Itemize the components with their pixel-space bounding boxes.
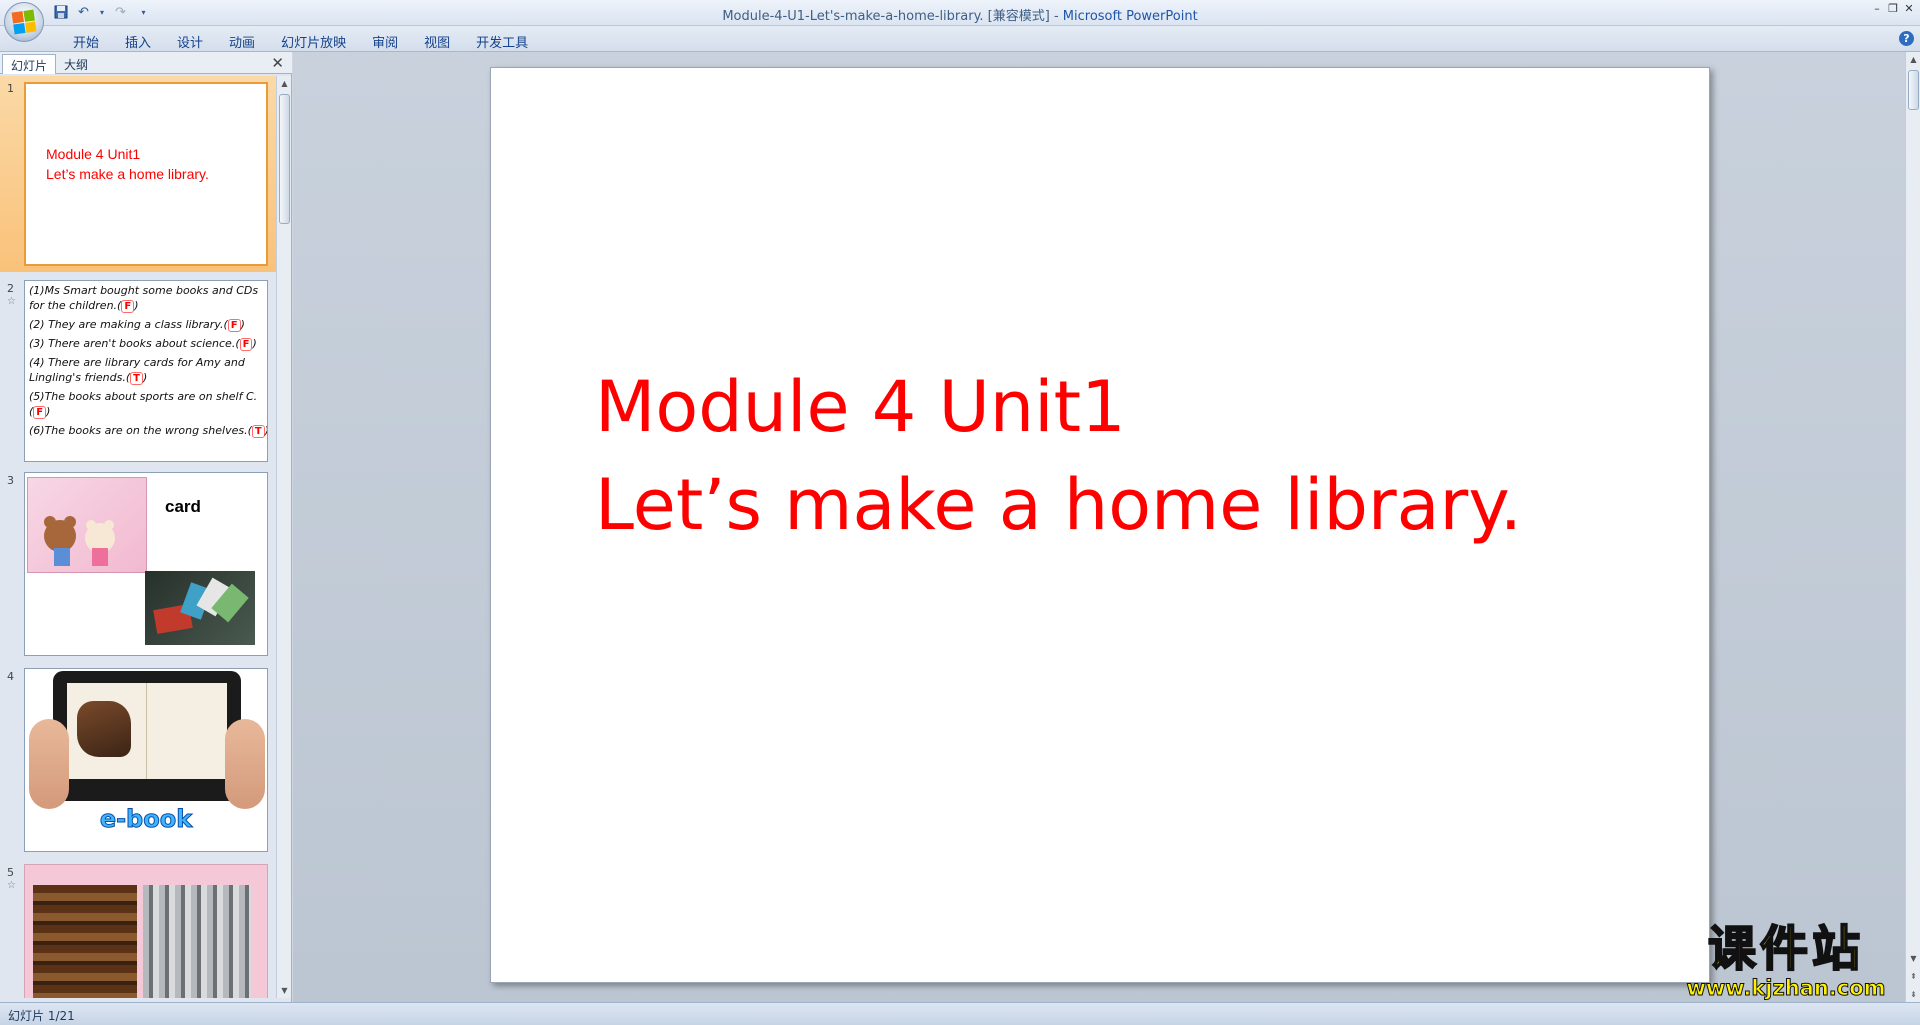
- document-title: Module-4-U1-Let's-make-a-home-library. […: [722, 9, 1063, 24]
- vocab-word: e-book: [99, 805, 193, 834]
- tab-view[interactable]: 视图: [411, 30, 463, 53]
- tab-slide-show[interactable]: 幻灯片放映: [268, 30, 359, 53]
- thumbnail-row-4[interactable]: 4 e-book: [0, 664, 276, 858]
- slide-title-line-2: Let’s make a home library.: [595, 464, 1523, 546]
- thumbnail-scrollbar[interactable]: ▲ ▼: [276, 76, 291, 998]
- office-button[interactable]: [4, 2, 44, 42]
- next-slide-icon[interactable]: ⇟: [1906, 987, 1920, 1002]
- quiz-item: (6)The books are on the wrong shelves.(T…: [29, 423, 267, 439]
- scroll-thumb[interactable]: [1908, 70, 1919, 110]
- site-watermark: 课件站 www.kjzhan.com: [1668, 921, 1904, 1002]
- quiz-list: (1)Ms Smart bought some books and CDs fo…: [29, 283, 267, 442]
- quiz-item: (2) They are making a class library.(F): [29, 318, 245, 332]
- tab-insert[interactable]: 插入: [112, 30, 164, 53]
- slide-thumbnail-3[interactable]: card: [24, 472, 268, 656]
- answer-mark: T: [130, 372, 143, 385]
- answer-mark: F: [239, 338, 253, 351]
- slide-number: 3: [7, 474, 14, 487]
- thumbnail-list: 1 Module 4 Unit1 Let’s make a home libra…: [0, 76, 276, 998]
- quiz-item: (1)Ms Smart bought some books and CDs fo…: [29, 284, 259, 313]
- quiz-item: (3) There aren't books about science.(F): [29, 337, 257, 351]
- answer-mark: F: [121, 300, 135, 313]
- office-button-icon: [11, 9, 37, 35]
- restore-icon[interactable]: ❐: [1886, 1, 1900, 15]
- slide-thumbnail-5[interactable]: [24, 864, 268, 998]
- thumbnail-title: Module 4 Unit1 Let’s make a home library…: [46, 144, 209, 184]
- slide-number: 4: [7, 670, 14, 683]
- slide-editor: Module 4 Unit1 Let’s make a home library…: [293, 52, 1905, 1002]
- slide-counter: 幻灯片 1/21: [8, 1009, 75, 1023]
- vocab-word: card: [165, 497, 201, 516]
- window-title: Module-4-U1-Let's-make-a-home-library. […: [0, 5, 1920, 24]
- slide-thumbnail-1[interactable]: Module 4 Unit1 Let’s make a home library…: [24, 82, 268, 266]
- tab-outline[interactable]: 大纲: [56, 54, 96, 74]
- watermark-url: www.kjzhan.com: [1686, 976, 1886, 1001]
- slide-number: 2: [7, 282, 14, 295]
- app-name: Microsoft PowerPoint: [1062, 9, 1198, 24]
- pane-tabs: 幻灯片 大纲 ✕: [0, 52, 292, 74]
- left-hand-picture: [29, 719, 69, 809]
- slides-pane: 幻灯片 大纲 ✕ 1 Module 4 Unit1 Let’s make a h…: [0, 52, 292, 1002]
- bookshelf-picture: [33, 885, 137, 998]
- scroll-up-icon[interactable]: ▲: [1906, 52, 1920, 67]
- window-controls: – ❐ ✕: [1870, 1, 1916, 15]
- library-picture: [143, 885, 251, 998]
- thumbnail-row-2[interactable]: 2 ☆ (1)Ms Smart bought some books and CD…: [0, 276, 276, 466]
- slide-title-line-1: Module 4 Unit1: [595, 366, 1126, 448]
- scroll-thumb[interactable]: [279, 94, 290, 224]
- animation-star-icon: ☆: [7, 880, 16, 891]
- watermark-title: 课件站: [1707, 921, 1864, 977]
- tab-home[interactable]: 开始: [60, 30, 112, 53]
- scroll-down-icon[interactable]: ▼: [1906, 951, 1920, 966]
- animation-star-icon: ☆: [7, 296, 16, 307]
- scroll-down-icon[interactable]: ▼: [277, 983, 292, 998]
- editor-scrollbar[interactable]: ▲ ▼ ⇞ ⇟: [1905, 52, 1920, 1002]
- quiz-item: (5)The books about sports are on shelf C…: [29, 390, 258, 419]
- tab-slides[interactable]: 幻灯片: [2, 54, 57, 74]
- close-pane-icon[interactable]: ✕: [271, 54, 284, 72]
- tab-review[interactable]: 审阅: [359, 30, 411, 53]
- thumbnail-row-5[interactable]: 5 ☆: [0, 860, 276, 998]
- slide-title[interactable]: Module 4 Unit1 Let’s make a home library…: [595, 358, 1522, 554]
- right-hand-picture: [225, 719, 265, 809]
- current-slide[interactable]: Module 4 Unit1 Let’s make a home library…: [490, 67, 1710, 983]
- thumbnail-line-1: Module 4 Unit1: [46, 146, 141, 162]
- thumbnail-row-3[interactable]: 3 card: [0, 468, 276, 660]
- tab-developer[interactable]: 开发工具: [463, 30, 541, 53]
- slide-thumbnail-2[interactable]: (1)Ms Smart bought some books and CDs fo…: [24, 280, 268, 462]
- answer-mark: F: [33, 406, 47, 419]
- status-bar: 幻灯片 1/21: [0, 1002, 1920, 1025]
- tablet-picture: [53, 671, 241, 801]
- ribbon-tab-bar: 开始 插入 设计 动画 幻灯片放映 审阅 视图 开发工具 ?: [0, 26, 1920, 52]
- quiz-item: (4) There are library cards for Amy and …: [29, 356, 245, 385]
- close-icon[interactable]: ✕: [1902, 1, 1916, 15]
- answer-mark: T: [251, 425, 265, 438]
- title-bar: ↶ ▾ ↷ ▾ Module-4-U1-Let's-make-a-home-li…: [0, 0, 1920, 26]
- thumbnail-line-2: Let’s make a home library.: [46, 166, 209, 182]
- tab-design[interactable]: 设计: [164, 30, 216, 53]
- slide-number: 5: [7, 866, 14, 879]
- cards-picture: [145, 571, 255, 645]
- tab-animations[interactable]: 动画: [216, 30, 268, 53]
- scroll-up-icon[interactable]: ▲: [277, 76, 292, 91]
- ribbon-tabs: 开始 插入 设计 动画 幻灯片放映 审阅 视图 开发工具: [60, 30, 541, 53]
- minimize-icon[interactable]: –: [1870, 1, 1884, 15]
- help-icon[interactable]: ?: [1899, 31, 1914, 46]
- answer-mark: F: [227, 319, 241, 332]
- slide-number: 1: [7, 82, 14, 95]
- slide-thumbnail-4[interactable]: e-book: [24, 668, 268, 852]
- thumbnail-row-1[interactable]: 1 Module 4 Unit1 Let’s make a home libra…: [0, 76, 276, 272]
- bears-card-picture: [27, 477, 147, 573]
- previous-slide-icon[interactable]: ⇞: [1906, 969, 1920, 984]
